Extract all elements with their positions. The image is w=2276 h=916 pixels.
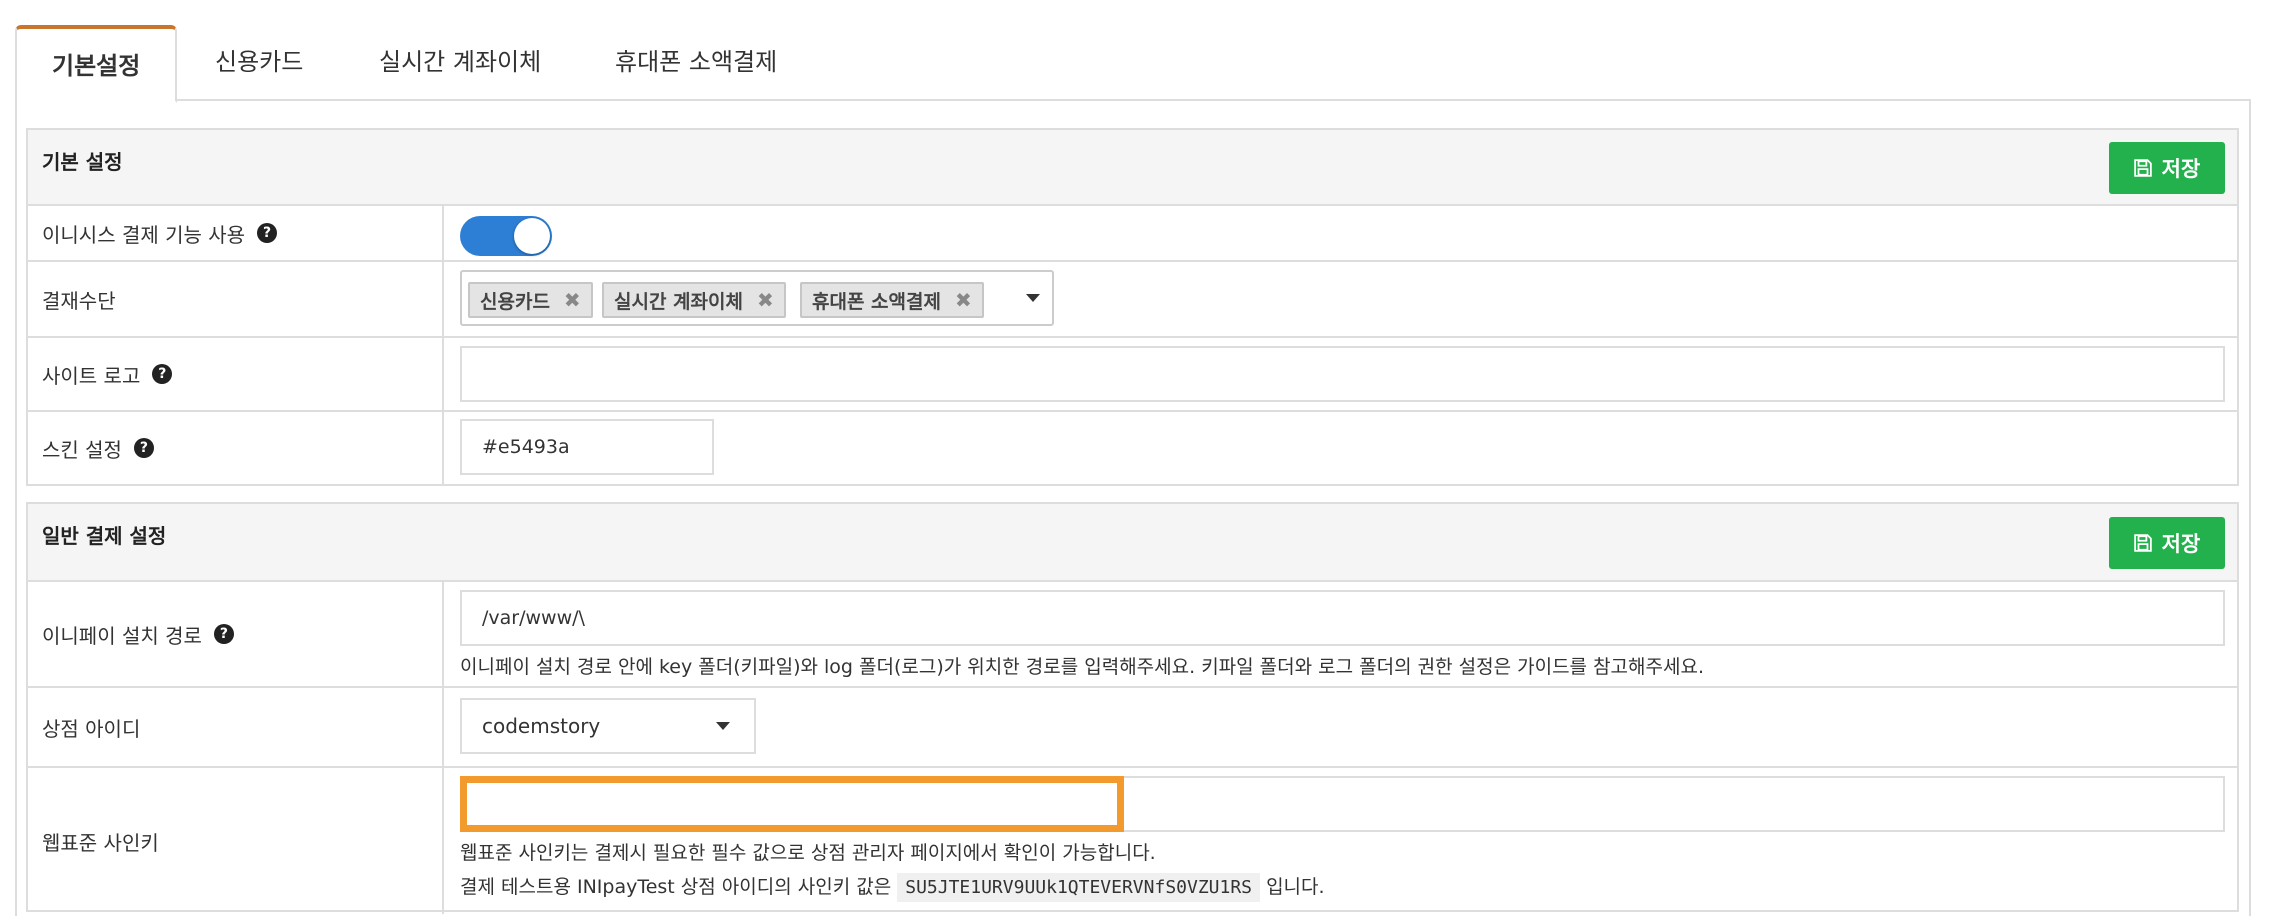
basic-settings-panel: 기본 설정 저장 이니시스 결제 기능 사용 ? 결재수단 신용카드 ✖ 실시간… <box>26 128 2239 486</box>
selected-value: codemstory <box>482 714 601 738</box>
field-label: 사이트 로고 ? <box>28 338 444 410</box>
floppy-disk-icon <box>2133 159 2152 177</box>
row-skin: 스킨 설정 ? #e5493a <box>28 412 2237 484</box>
test-signkey-code: SU5JTE1URV9UUk1QTEVERVNfS0VZU1RS <box>897 873 1261 902</box>
tag-label: 신용카드 <box>480 290 550 313</box>
help-suffix: 입니다. <box>1266 876 1325 898</box>
remove-tag-icon[interactable]: ✖ <box>955 288 972 312</box>
row-inicis-enable: 이니시스 결제 기능 사용 ? <box>28 206 2237 262</box>
tab-credit-card[interactable]: 신용카드 <box>215 25 303 101</box>
row-signkey: 웹표준 사인키 웹표준 사인키는 결제시 필요한 필수 값으로 상점 관리자 페… <box>28 768 2237 914</box>
question-circle-icon[interactable]: ? <box>213 624 234 644</box>
signkey-test-help: 결제 테스트용 INIpayTest 상점 아이디의 사인키 값은 SU5JTE… <box>460 872 1325 902</box>
save-button[interactable]: 저장 <box>2109 142 2225 194</box>
remove-tag-icon[interactable]: ✖ <box>757 288 774 312</box>
tag-realtime-transfer: 실시간 계좌이체 ✖ <box>602 282 786 318</box>
save-label: 저장 <box>2161 157 2201 181</box>
row-payment-methods: 결재수단 신용카드 ✖ 실시간 계좌이체 ✖ 휴대폰 소액결제 ✖ <box>28 262 2237 338</box>
field-label: 이니시스 결제 기능 사용 ? <box>28 206 444 260</box>
label-text: 결재수단 <box>42 288 116 313</box>
tag-label: 휴대폰 소액결제 <box>812 290 941 313</box>
value-cell <box>446 338 2237 410</box>
label-text: 웹표준 사인키 <box>42 830 159 855</box>
floppy-disk-icon <box>2133 534 2152 552</box>
row-site-logo: 사이트 로고 ? <box>28 338 2237 412</box>
label-text: 이니시스 결제 기능 사용 <box>42 222 246 247</box>
value-cell: /var/www/\ 이니페이 설치 경로 안에 key 폴더(키파일)와 lo… <box>446 582 2237 686</box>
label-text: 사이트 로고 <box>42 363 141 388</box>
question-circle-icon[interactable]: ? <box>133 438 154 458</box>
label-text: 스킨 설정 <box>42 437 122 462</box>
save-label: 저장 <box>2161 532 2201 556</box>
chevron-down-icon <box>716 722 730 730</box>
inicis-enable-toggle[interactable] <box>460 216 552 256</box>
tag-mobile-payment: 휴대폰 소액결제 ✖ <box>800 282 984 318</box>
field-label: 상점 아이디 <box>28 688 444 766</box>
remove-tag-icon[interactable]: ✖ <box>564 288 581 312</box>
tab-basic-settings[interactable]: 기본설정 <box>15 25 177 103</box>
value-cell: 웹표준 사인키는 결제시 필요한 필수 값으로 상점 관리자 페이지에서 확인이… <box>446 768 2237 914</box>
path-help-text: 이니페이 설치 경로 안에 key 폴더(키파일)와 log 폴더(로그)가 위… <box>460 656 1704 678</box>
chevron-down-icon[interactable] <box>1026 294 1040 302</box>
question-circle-icon[interactable]: ? <box>152 364 173 384</box>
row-inipay-path: 이니페이 설치 경로 ? /var/www/\ 이니페이 설치 경로 안에 ke… <box>28 582 2237 688</box>
label-text: 이니페이 설치 경로 <box>42 623 202 648</box>
question-circle-icon[interactable]: ? <box>257 223 278 243</box>
toggle-knob <box>514 218 550 254</box>
panel-header: 기본 설정 저장 <box>28 130 2237 206</box>
general-payment-panel: 일반 결제 설정 저장 이니페이 설치 경로 ? /var/www/\ 이니페이… <box>26 502 2239 914</box>
tab-mobile-payment[interactable]: 휴대폰 소액결제 <box>615 25 777 101</box>
field-label: 이니페이 설치 경로 ? <box>28 582 444 686</box>
tag-label: 실시간 계좌이체 <box>614 290 743 313</box>
merchant-id-select[interactable]: codemstory <box>460 698 756 754</box>
skin-color-input[interactable]: #e5493a <box>460 419 714 475</box>
field-label: 스킨 설정 ? <box>28 412 444 484</box>
inipay-path-input[interactable]: /var/www/\ <box>460 590 2225 646</box>
value-cell: codemstory <box>446 688 2237 766</box>
row-merchant-id: 상점 아이디 codemstory <box>28 688 2237 768</box>
panel-title: 일반 결제 설정 <box>42 524 167 548</box>
help-prefix: 결제 테스트용 INIpayTest 상점 아이디의 사인키 값은 <box>460 876 892 898</box>
value-cell <box>446 206 2237 260</box>
save-button[interactable]: 저장 <box>2109 517 2225 569</box>
settings-tabs: 기본설정 신용카드 실시간 계좌이체 휴대폰 소액결제 <box>15 25 2251 103</box>
site-logo-input[interactable] <box>460 346 2225 402</box>
label-text: 상점 아이디 <box>42 716 141 741</box>
value-cell: #e5493a <box>446 412 2237 484</box>
tab-realtime-transfer[interactable]: 실시간 계좌이체 <box>379 25 541 101</box>
payment-methods-multiselect[interactable]: 신용카드 ✖ 실시간 계좌이체 ✖ 휴대폰 소액결제 ✖ <box>460 270 1054 326</box>
panel-header: 일반 결제 설정 저장 <box>28 504 2237 582</box>
value-cell: 신용카드 ✖ 실시간 계좌이체 ✖ 휴대폰 소액결제 ✖ <box>446 262 2237 336</box>
panel-title: 기본 설정 <box>42 150 123 174</box>
signkey-input[interactable] <box>460 776 1124 832</box>
field-label: 결재수단 <box>28 262 444 336</box>
tag-credit-card: 신용카드 ✖ <box>468 282 593 318</box>
field-label: 웹표준 사인키 <box>28 768 444 914</box>
signkey-help-text: 웹표준 사인키는 결제시 필요한 필수 값으로 상점 관리자 페이지에서 확인이… <box>460 842 1156 864</box>
